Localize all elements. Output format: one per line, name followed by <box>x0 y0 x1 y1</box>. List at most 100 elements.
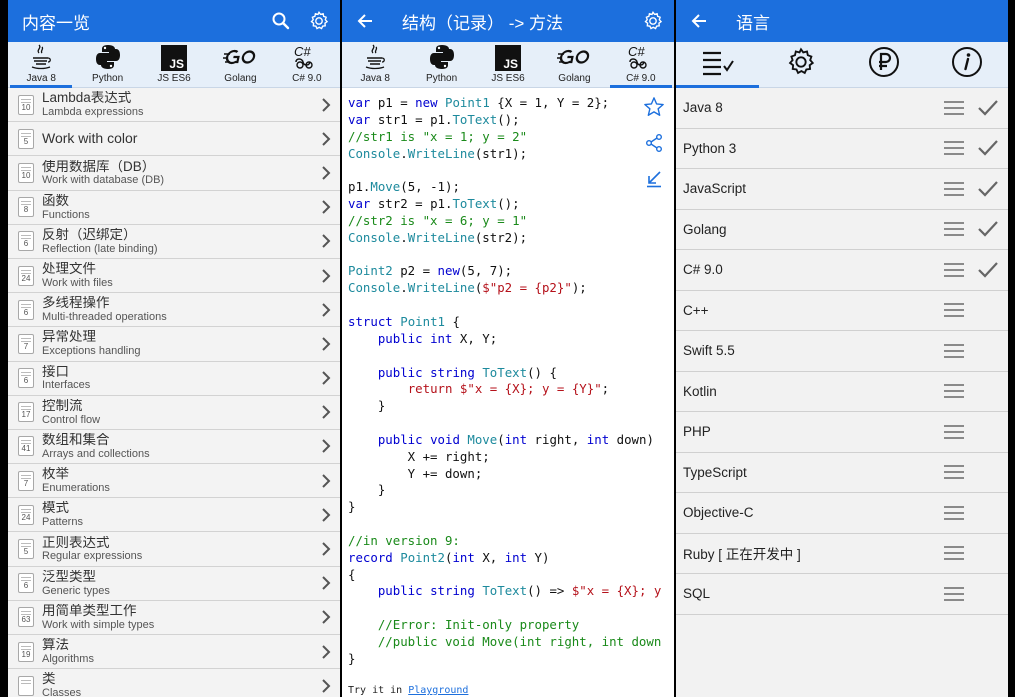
item-subtitle: Reflection (late binding) <box>42 242 158 255</box>
drag-handle-icon[interactable] <box>942 219 966 239</box>
checkmark-icon[interactable] <box>974 99 1002 117</box>
list-item[interactable]: 10 使用数据库（DB） Work with database (DB) <box>8 156 340 191</box>
list-item[interactable]: 7 枚举 Enumerations <box>8 464 340 499</box>
language-row[interactable]: SQL <box>676 574 1008 615</box>
tab-js-es6[interactable]: JS JS ES6 <box>475 42 541 87</box>
drag-handle-icon[interactable] <box>942 503 966 523</box>
list-item[interactable]: 19 算法 Algorithms <box>8 635 340 670</box>
tab-java-8[interactable]: Java 8 <box>8 42 74 88</box>
code-token: { <box>348 566 356 582</box>
checkmark-icon[interactable] <box>974 220 1002 238</box>
back-arrow-icon[interactable] <box>350 6 380 36</box>
tab-settings[interactable] <box>759 42 842 87</box>
item-count-badge: 8 <box>18 197 34 218</box>
code-line: Y += down; <box>348 466 483 481</box>
item-title: 用简单类型工作 <box>42 603 137 618</box>
tab-info[interactable] <box>925 42 1008 87</box>
tab-c-9-0[interactable]: C# C# 9.0 <box>274 42 340 87</box>
list-item[interactable]: 7 异常处理 Exceptions handling <box>8 327 340 362</box>
list-item[interactable]: 6 多线程操作 Multi-threaded operations <box>8 293 340 328</box>
list-item[interactable]: 10 Lambda表达式 Lambda expressions <box>8 88 340 123</box>
language-row[interactable]: C++ <box>676 290 1008 331</box>
gear-icon[interactable] <box>304 6 334 36</box>
list-item[interactable]: 6 接口 Interfaces <box>8 361 340 396</box>
language-row[interactable]: PHP <box>676 412 1008 453</box>
checkmark-icon[interactable] <box>974 261 1002 279</box>
language-row[interactable]: Golang <box>676 209 1008 250</box>
language-row[interactable]: Python 3 <box>676 128 1008 169</box>
list-item[interactable]: 5 正则表达式 Regular expressions <box>8 532 340 567</box>
language-row[interactable]: TypeScript <box>676 452 1008 493</box>
tab-label: Golang <box>224 73 257 84</box>
drag-handle-icon[interactable] <box>942 138 966 158</box>
tab-label: Python <box>426 73 458 84</box>
language-row[interactable]: Kotlin <box>676 371 1008 412</box>
list-item[interactable]: 5 Work with color <box>8 122 340 157</box>
item-title: 模式 <box>42 501 69 516</box>
code-view[interactable]: var p1 = new Point1 {X = 1, Y = 2}; var … <box>342 88 674 697</box>
tab-c-9-0[interactable]: C# C# 9.0 <box>608 42 674 88</box>
list-item[interactable]: 17 控制流 Control flow <box>8 395 340 430</box>
tab-golang[interactable]: Golang <box>207 42 273 87</box>
drag-handle-icon[interactable] <box>942 98 966 118</box>
language-row[interactable]: C# 9.0 <box>676 250 1008 291</box>
gear-icon[interactable] <box>638 6 668 36</box>
tab-languages[interactable] <box>676 42 759 88</box>
item-subtitle: Regular expressions <box>42 550 143 563</box>
drag-handle-icon[interactable] <box>942 381 966 401</box>
list-item[interactable]: 6 反射（迟绑定） Reflection (late binding) <box>8 224 340 259</box>
code-token: void <box>430 431 460 447</box>
tab-purchase[interactable] <box>842 42 925 87</box>
list-item[interactable]: 24 处理文件 Work with files <box>8 258 340 294</box>
drag-handle-icon[interactable] <box>942 300 966 320</box>
language-row[interactable]: Java 8 <box>676 88 1008 129</box>
drag-handle-icon[interactable] <box>942 462 966 482</box>
drag-handle-icon[interactable] <box>942 422 966 442</box>
checkmark-icon[interactable] <box>974 180 1002 198</box>
tab-label: C# 9.0 <box>292 73 322 84</box>
list-item[interactable]: 24 模式 Patterns <box>8 498 340 533</box>
code-block: var p1 = new Point1 {X = 1, Y = 2}; var … <box>342 88 674 668</box>
share-icon[interactable] <box>641 130 667 156</box>
drag-handle-icon[interactable] <box>942 543 966 563</box>
list-item[interactable]: 41 数组和集合 Arrays and collections <box>8 429 340 465</box>
drag-handle-icon[interactable] <box>942 179 966 199</box>
language-name: Kotlin <box>683 383 717 399</box>
back-arrow-icon[interactable] <box>684 6 714 36</box>
language-row[interactable]: Objective-C <box>676 493 1008 534</box>
collapse-icon[interactable] <box>641 166 667 192</box>
code-token: {X = 1, Y = 2}; <box>489 95 610 110</box>
playground-link[interactable]: Playground <box>408 685 468 696</box>
code-line: public void Move(int right, int down) <box>348 432 654 447</box>
code-token: (5, -1); <box>400 179 460 195</box>
list-item[interactable]: 63 用简单类型工作 Work with simple types <box>8 600 340 635</box>
tab-python[interactable]: Python <box>408 42 474 87</box>
search-icon[interactable] <box>266 6 296 36</box>
list-item[interactable]: 类 Classes <box>8 669 340 697</box>
code-token: new <box>437 263 460 279</box>
code-token: Point1 <box>400 313 445 329</box>
star-icon[interactable] <box>641 94 667 120</box>
drag-handle-icon[interactable] <box>942 260 966 280</box>
code-token: $"x = {X}; y <box>571 583 662 599</box>
tab-python[interactable]: Python <box>74 42 140 87</box>
checkmark-icon[interactable] <box>974 139 1002 157</box>
list-item[interactable]: 8 函数 Functions <box>8 190 340 225</box>
language-row[interactable]: Swift 5.5 <box>676 331 1008 372</box>
code-token: Point1 <box>445 95 490 110</box>
list-item[interactable]: 6 泛型类型 Generic types <box>8 566 340 601</box>
drag-handle-icon[interactable] <box>942 341 966 361</box>
item-title: 正则表达式 <box>42 535 110 550</box>
languages-panel: 语言 Java 8 Python 3 JavaScript Golang C# 9.0 C… <box>676 0 1008 697</box>
language-row[interactable]: Ruby [ 正在开发中 ] <box>676 533 1008 574</box>
tab-java-8[interactable]: Java 8 <box>342 42 408 87</box>
code-token: WriteLine <box>407 229 475 245</box>
chevron-right-icon <box>316 199 336 215</box>
tab-golang[interactable]: Golang <box>541 42 607 87</box>
drag-handle-icon[interactable] <box>942 584 966 604</box>
tab-js-es6[interactable]: JS JS ES6 <box>141 42 207 87</box>
item-text: 处理文件 Work with files <box>42 262 316 289</box>
language-row[interactable]: JavaScript <box>676 169 1008 210</box>
language-name: SQL <box>683 586 711 602</box>
